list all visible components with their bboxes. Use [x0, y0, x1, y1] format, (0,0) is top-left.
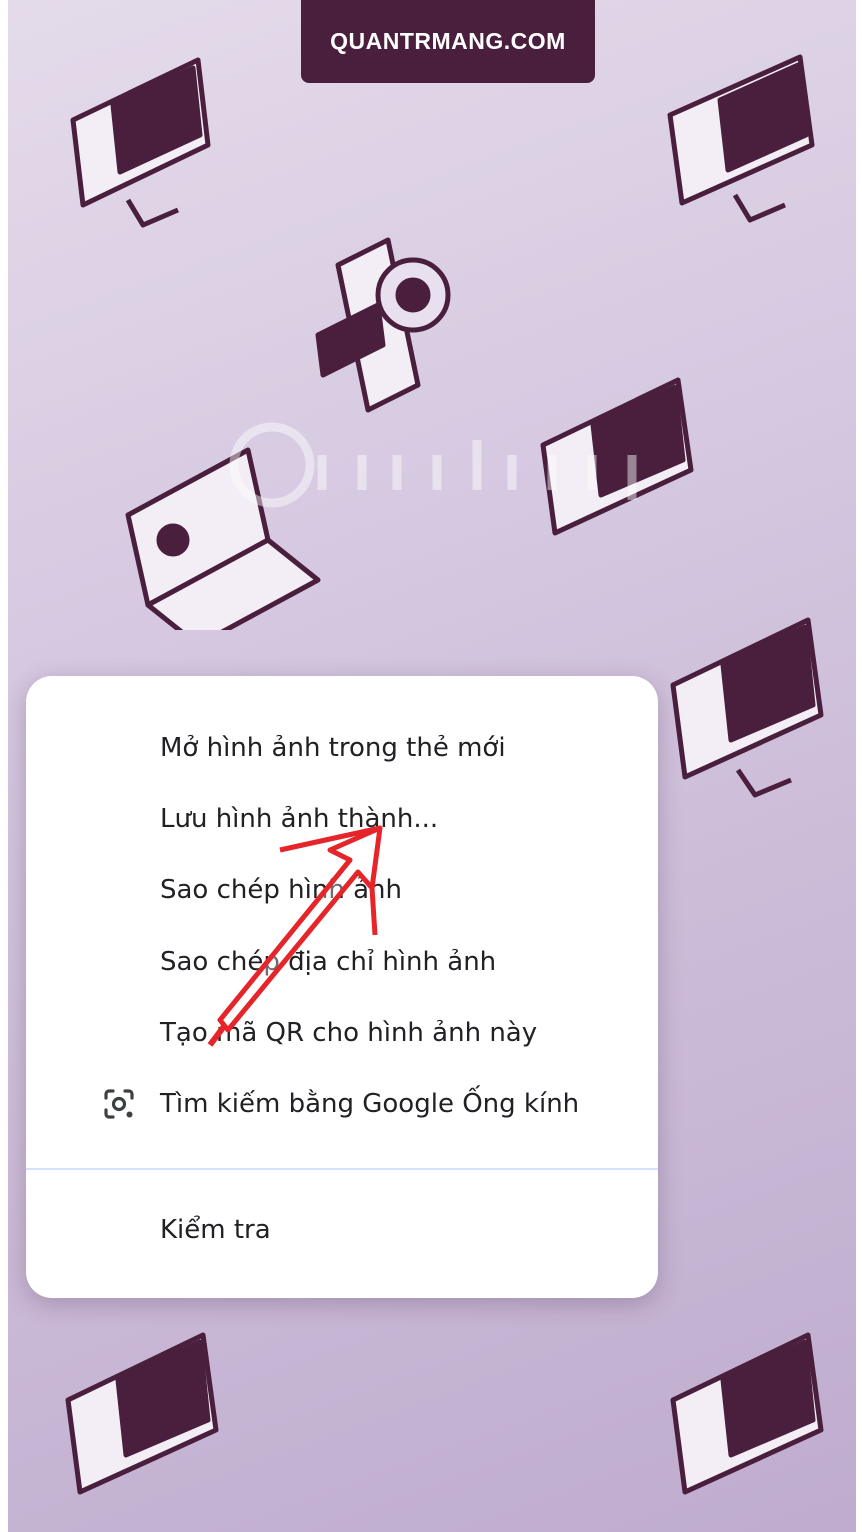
menu-divider [26, 1168, 658, 1170]
menu-item-create-qr-code[interactable]: Tạo mã QR cho hình ảnh này [26, 1002, 658, 1064]
monitor-illustration-icon [65, 1332, 219, 1495]
context-menu: Mở hình ảnh trong thẻ mới Lưu hình ảnh t… [26, 676, 658, 1298]
menu-item-search-google-lens[interactable]: Tìm kiếm bằng Google Ống kính [26, 1073, 658, 1135]
menu-item-label: Lưu hình ảnh thành... [160, 804, 439, 834]
menu-item-save-image-as[interactable]: Lưu hình ảnh thành... [26, 788, 658, 850]
menu-item-label: Tạo mã QR cho hình ảnh này [160, 1018, 538, 1048]
phone-illustration-icon [315, 237, 451, 413]
quantrimang-watermark-icon [229, 422, 637, 508]
menu-item-open-image-new-tab[interactable]: Mở hình ảnh trong thẻ mới [26, 717, 658, 779]
menu-item-label: Kiểm tra [160, 1215, 271, 1245]
google-lens-icon [104, 1089, 134, 1119]
menu-item-label: Tìm kiếm bằng Google Ống kính [160, 1089, 580, 1119]
menu-item-copy-image-address[interactable]: Sao chép địa chỉ hình ảnh [26, 931, 658, 993]
menu-item-label: Sao chép hình ảnh [160, 875, 402, 905]
menu-item-label: Sao chép địa chỉ hình ảnh [160, 947, 497, 977]
menu-item-copy-image[interactable]: Sao chép hình ảnh [26, 859, 658, 921]
monitor-illustration-icon [70, 57, 211, 228]
monitor-illustration-icon [670, 1332, 824, 1495]
monitor-illustration-icon [667, 54, 815, 223]
menu-item-inspect[interactable]: Kiểm tra [26, 1199, 658, 1261]
monitor-illustration-icon [670, 617, 824, 798]
site-label: QUANTRMANG.COM [301, 0, 595, 83]
menu-item-label: Mở hình ảnh trong thẻ mới [160, 733, 506, 763]
